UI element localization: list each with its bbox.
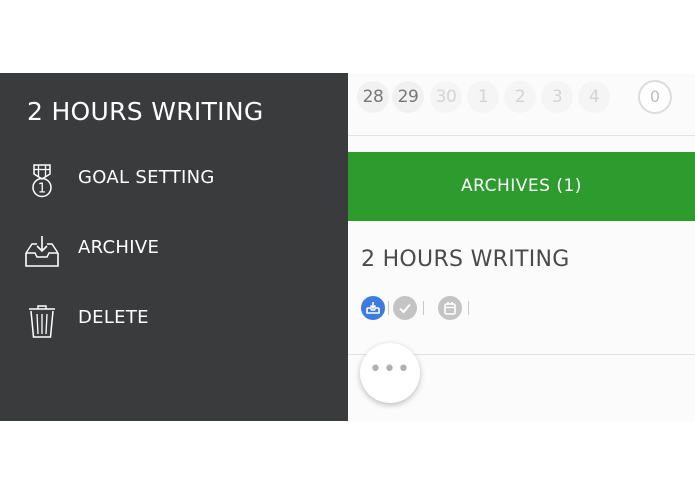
task-card[interactable]: 2 HOURS WRITING xyxy=(348,221,695,355)
archives-button[interactable]: ARCHIVES (1) xyxy=(348,152,695,221)
svg-text:1: 1 xyxy=(38,182,46,197)
day-1[interactable]: 1 xyxy=(467,81,499,113)
separator xyxy=(468,301,469,315)
day-29[interactable]: 29 xyxy=(392,81,424,113)
calendar-icon[interactable] xyxy=(438,296,462,320)
menu-item-goal-setting[interactable]: 1 GOAL SETTING xyxy=(24,159,324,203)
menu-item-delete[interactable]: DELETE xyxy=(24,299,324,343)
menu-item-label: DELETE xyxy=(78,307,149,328)
check-icon[interactable] xyxy=(393,296,417,320)
archive-tray-icon xyxy=(24,233,60,269)
day-4[interactable]: 4 xyxy=(578,81,610,113)
count-badge[interactable]: 0 xyxy=(638,80,672,114)
medal-icon: 1 xyxy=(24,163,60,199)
menu-item-label: GOAL SETTING xyxy=(78,167,215,188)
menu-title: 2 HOURS WRITING xyxy=(27,97,264,126)
day-3[interactable]: 3 xyxy=(541,81,573,113)
archive-icon[interactable] xyxy=(361,296,385,320)
separator xyxy=(423,301,424,315)
task-title: 2 HOURS WRITING xyxy=(361,247,570,272)
day-2[interactable]: 2 xyxy=(504,81,536,113)
side-menu: 2 HOURS WRITING 1 GOAL SETTING ARCHIVE D… xyxy=(0,73,348,421)
day-28[interactable]: 28 xyxy=(357,81,389,113)
more-button[interactable]: ••• xyxy=(360,343,420,403)
separator xyxy=(388,301,389,315)
menu-item-archive[interactable]: ARCHIVE xyxy=(24,229,324,273)
day-30[interactable]: 30 xyxy=(430,81,462,113)
date-strip: 28 29 30 1 2 3 4 0 xyxy=(348,73,695,136)
menu-item-label: ARCHIVE xyxy=(78,237,160,258)
trash-icon xyxy=(24,303,60,339)
screen: 28 29 30 1 2 3 4 0 ARCHIVES (1) 2 HOURS … xyxy=(0,73,695,421)
app-panel: 28 29 30 1 2 3 4 0 ARCHIVES (1) 2 HOURS … xyxy=(348,73,695,421)
